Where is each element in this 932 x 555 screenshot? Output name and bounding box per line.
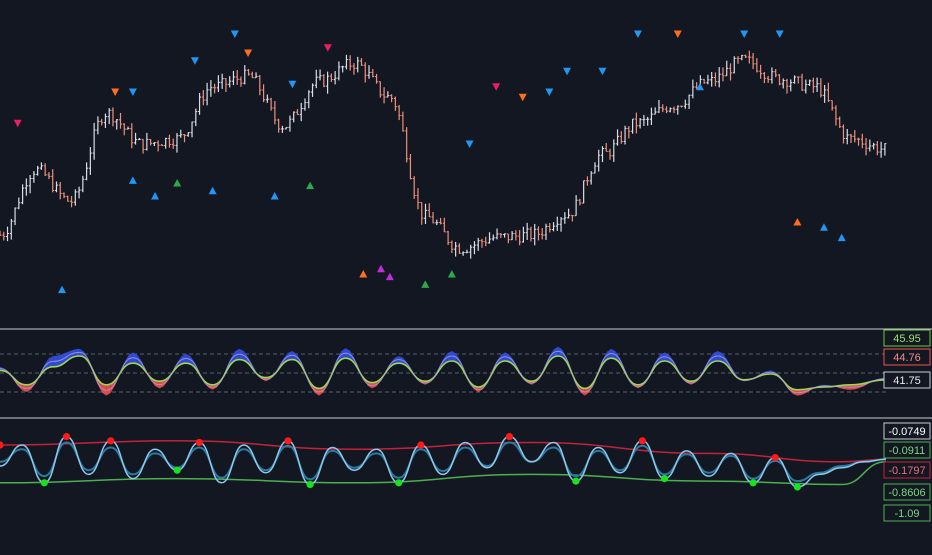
wave-scale-label: -0.8606 <box>888 487 925 499</box>
wave-scale-label: -1.09 <box>894 508 919 520</box>
buy-cross-dot[interactable] <box>572 477 580 485</box>
wave-scale-label: -0.0749 <box>888 426 925 438</box>
sell-cross-dot[interactable] <box>417 441 425 449</box>
sell-cross-dot[interactable] <box>771 454 779 462</box>
sell-cross-dot[interactable] <box>107 437 115 445</box>
sell-cross-dot[interactable] <box>62 433 71 441</box>
sell-cross-dot[interactable] <box>638 437 646 445</box>
wave-scale-label: -0.0911 <box>889 445 926 457</box>
buy-cross-dot[interactable] <box>40 479 48 487</box>
oscillator-scale: 45.95 44.76 41.75 <box>883 329 931 389</box>
buy-cross-dot[interactable] <box>395 479 403 487</box>
chart-canvas[interactable]: 45.9544.7641.75 -0.0749-0.0911-0.1797-0.… <box>0 0 932 550</box>
oscillator-scale-label: 45.95 <box>893 333 921 345</box>
buy-cross-dot[interactable] <box>749 479 757 487</box>
sell-cross-dot[interactable] <box>284 437 292 445</box>
sell-cross-dot[interactable] <box>195 438 203 447</box>
sell-cross-dot[interactable] <box>505 433 514 441</box>
buy-cross-dot[interactable] <box>793 483 802 491</box>
oscillator-scale-label: 44.76 <box>893 352 921 364</box>
buy-cross-dot[interactable] <box>173 466 181 474</box>
buy-cross-dot[interactable] <box>306 480 314 489</box>
wave-scale-label: -0.1797 <box>888 465 925 477</box>
chart-workspace[interactable]: 45.95 44.76 41.75 -0.0749 -0.0911 -0.1797 -0.… <box>0 0 932 550</box>
wave-scale: -0.0749 -0.0911 -0.1797 -0.8606 -1.09 <box>883 422 931 522</box>
oscillator-scale-label: 41.75 <box>893 375 921 387</box>
buy-cross-dot[interactable] <box>660 475 669 483</box>
